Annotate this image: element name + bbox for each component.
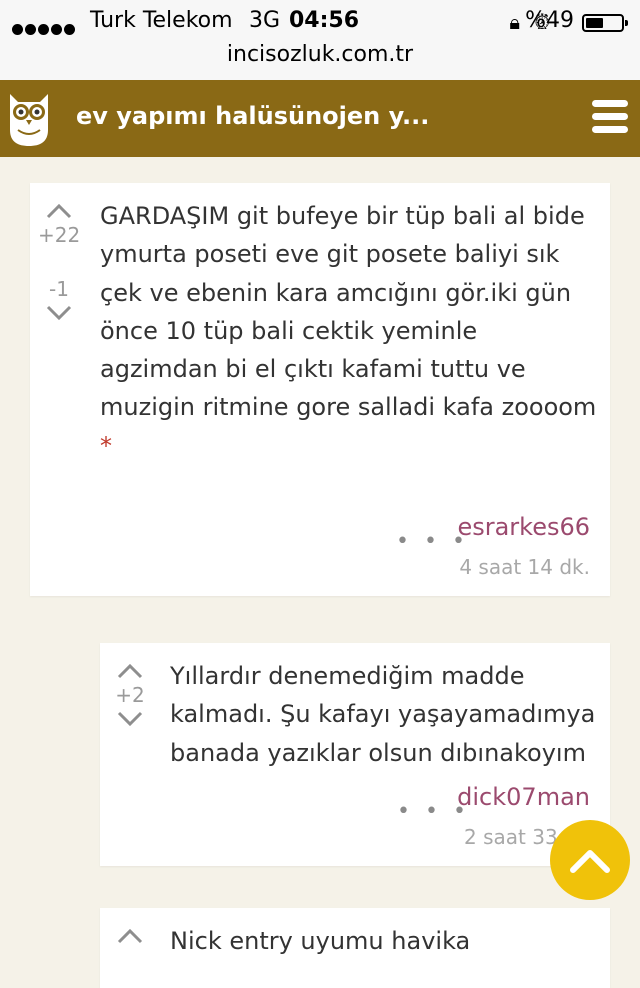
downvote-icon[interactable] [44,303,74,323]
entry-text: GARDAŞIM git bufeye bir tüp bali al bide… [100,202,597,460]
upvote-icon[interactable] [115,926,145,946]
chevron-up-icon [570,850,610,873]
battery-icon [582,14,628,32]
entry-text: Nick entry uyumu havika [170,927,471,955]
network-label: 3G [249,8,281,33]
author-link[interactable]: esrarkes66 [457,513,590,541]
scroll-top-button[interactable] [550,820,630,900]
downvote-icon[interactable] [115,709,145,729]
upvote-count: +2 [115,683,145,707]
battery-percent: %49 [525,8,574,33]
url-bar[interactable]: incisozluk.com.tr [0,42,640,67]
status-bar: Turk Telekom 3G 04:56 🔒︎ ⏰︎ %49 incisozl… [0,0,640,81]
entry-timestamp[interactable]: 2 saat 33 [464,825,558,849]
author-link[interactable]: dick07man [457,783,590,811]
entry-card: +22 -1 GARDAŞIM git bufeye bir tüp bali … [30,183,610,596]
upvote-count: +22 [38,223,81,247]
clock: 04:56 [289,8,360,33]
page-title: ev yapımı halüsünojen y... [76,102,430,130]
downvote-count: -1 [49,277,69,301]
hamburger-icon[interactable] [592,100,628,138]
upvote-icon[interactable] [44,201,74,221]
carrier-label: Turk Telekom [90,8,233,33]
site-header: ev yapımı halüsünojen y... [0,80,640,157]
entry-card: Nick entry uyumu havika [100,908,610,988]
entry-timestamp[interactable]: 4 saat 14 dk. [459,555,590,579]
entry-star[interactable]: * [100,432,112,460]
rotation-lock-icon: 🔒︎ [509,10,521,34]
entry-text: Yıllardır denemediğim madde kalmadı. Şu … [170,662,596,767]
signal-icon [12,16,77,41]
entry-card: +2 Yıllardır denemediğim madde kalmadı. … [100,643,610,866]
upvote-icon[interactable] [115,661,145,681]
owl-icon[interactable] [6,90,52,148]
